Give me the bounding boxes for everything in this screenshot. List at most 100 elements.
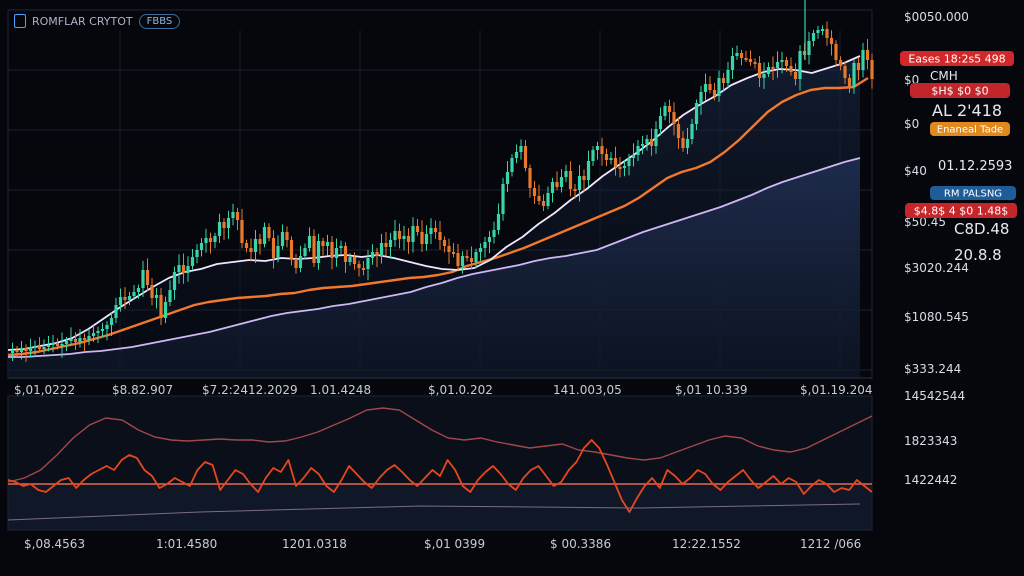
- candle-body: [222, 222, 226, 228]
- candle-body: [789, 66, 793, 72]
- candle-body: [343, 246, 348, 262]
- candle-body: [366, 258, 370, 269]
- candle-body: [442, 240, 447, 246]
- candle-body: [838, 60, 843, 66]
- candle-body: [244, 243, 249, 248]
- candle-body: [559, 177, 564, 187]
- candle-body: [235, 212, 240, 220]
- candle-body: [163, 302, 168, 318]
- candle-body: [357, 264, 361, 268]
- candle-body: [771, 67, 775, 69]
- candle-body: [658, 116, 663, 129]
- candle-body: [577, 176, 582, 190]
- candle-body: [451, 252, 456, 254]
- candle-body: [267, 227, 271, 238]
- candle-body: [460, 256, 465, 266]
- price-axis-label: $333.244: [904, 362, 961, 376]
- date-label-bottom: 12:22.1552: [672, 537, 741, 551]
- candle-body: [870, 60, 874, 79]
- candle-body: [519, 146, 523, 152]
- candle-body: [87, 336, 91, 340]
- candle-body: [645, 139, 649, 144]
- candle-body: [672, 112, 676, 124]
- candle-body: [33, 346, 37, 348]
- candle-body: [834, 44, 838, 60]
- candle-body: [78, 338, 82, 342]
- candle-body: [136, 288, 141, 292]
- candle-body: [181, 265, 186, 273]
- candle-body: [721, 78, 726, 83]
- candle-body: [685, 139, 690, 148]
- indicator-axis-label: 1823343: [904, 434, 957, 448]
- candle-body: [361, 268, 366, 270]
- candle-body: [127, 296, 132, 300]
- candle-body: [150, 285, 154, 298]
- trading-chart[interactable]: $0050.000$0$0$40$50.45$3020.244$1080.545…: [0, 0, 1024, 576]
- date-label-bottom: 1:01.4580: [156, 537, 217, 551]
- candle-body: [217, 222, 222, 236]
- candle-body: [109, 318, 114, 325]
- indicator-axis-label: 14542544: [904, 389, 965, 403]
- candle-body: [159, 295, 163, 318]
- candle-body: [478, 248, 483, 252]
- candle-body: [379, 243, 384, 256]
- candle-body: [114, 305, 118, 318]
- candle-body: [501, 184, 505, 214]
- candle-body: [564, 171, 568, 177]
- candle-body: [105, 325, 109, 329]
- area-fast: [8, 56, 860, 378]
- price-readout: 20.8.8: [954, 246, 1002, 264]
- candle-body: [96, 331, 100, 333]
- candle-body: [820, 29, 825, 31]
- candle-body: [739, 53, 744, 58]
- candle-body: [118, 297, 123, 305]
- candle-body: [618, 167, 622, 169]
- candle-body: [240, 220, 244, 243]
- candle-body: [523, 146, 528, 168]
- candle-body: [168, 290, 172, 302]
- date-label-top: $8.82.907: [112, 383, 173, 397]
- candle-body: [816, 30, 820, 33]
- price-badge-text: Eases 18:2s5 498: [908, 53, 1005, 66]
- candle-body: [195, 250, 199, 257]
- date-label-top: $,01,0222: [14, 383, 75, 397]
- candle-body: [780, 60, 784, 62]
- candle-body: [123, 297, 127, 300]
- candle-body: [186, 266, 190, 273]
- price-readout: 01.12.2593: [938, 159, 1012, 174]
- candle-body: [42, 347, 46, 349]
- candle-body: [595, 146, 600, 150]
- candle-body: [177, 265, 181, 272]
- candle-body: [15, 350, 19, 352]
- candle-body: [586, 161, 591, 180]
- candle-body: [528, 168, 532, 188]
- candle-body: [681, 138, 685, 148]
- candle-body: [829, 38, 834, 44]
- candle-body: [492, 230, 496, 237]
- candle-body: [604, 154, 609, 160]
- candle-body: [298, 256, 303, 268]
- price-badge-text: Enaneal Tade: [937, 125, 1003, 136]
- candle-body: [600, 146, 604, 154]
- candle-body: [325, 242, 330, 246]
- candle-body: [469, 258, 474, 262]
- candle-body: [505, 172, 510, 184]
- price-axis-label: $40: [904, 164, 927, 178]
- candle-body: [190, 257, 195, 266]
- candle-body: [487, 237, 492, 242]
- candle-body: [208, 238, 213, 242]
- candle-body: [375, 252, 379, 256]
- candle-body: [622, 166, 627, 168]
- price-readout: AL 2'418: [932, 101, 1002, 120]
- candle-body: [294, 259, 298, 268]
- candle-body: [654, 129, 658, 146]
- price-area: [8, 56, 860, 378]
- date-label-top: $,01 10.339: [675, 383, 748, 397]
- candle-body: [609, 158, 613, 160]
- candle-body: [636, 146, 640, 155]
- candle-body: [730, 56, 735, 70]
- candle-body: [37, 346, 42, 349]
- candle-body: [699, 92, 703, 103]
- candle-body: [285, 232, 289, 240]
- candle-body: [352, 257, 357, 264]
